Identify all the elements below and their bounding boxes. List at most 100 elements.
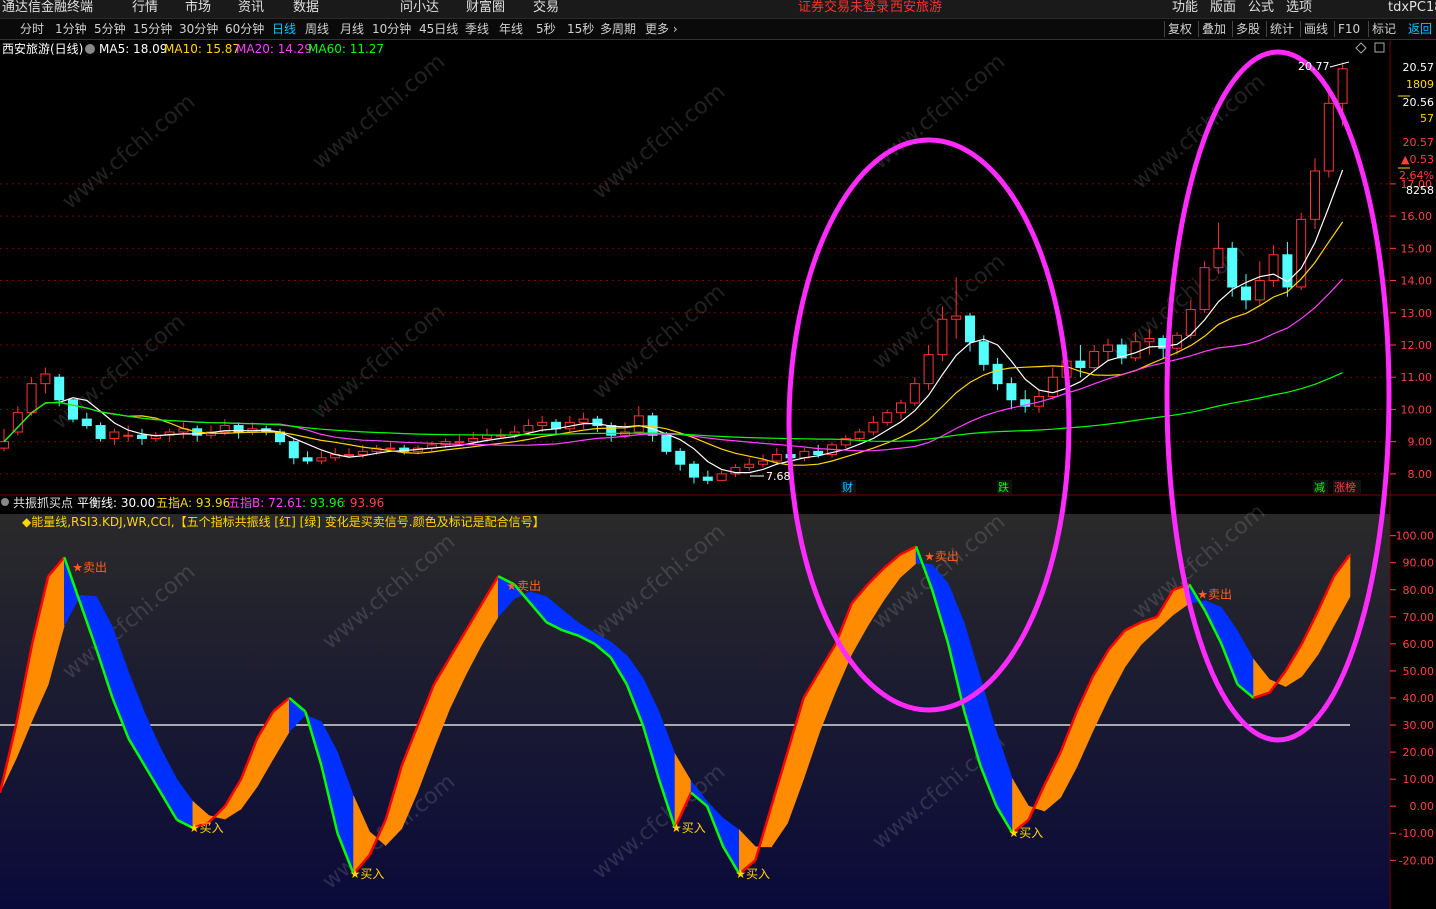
candle-body	[40, 373, 51, 385]
indicator-tick-label: -10.00	[1399, 827, 1434, 840]
period-tab-16[interactable]: 更多 ›	[645, 19, 678, 39]
candle-body	[123, 434, 134, 437]
info-box-value: 8258	[1406, 184, 1434, 197]
price-tick-label: 16.00	[1401, 210, 1433, 223]
indicator-tick-label: 60.00	[1403, 638, 1435, 651]
candle-body	[137, 434, 147, 439]
toolbar-btn-6[interactable]: 标记	[1372, 19, 1396, 39]
indicator-tick-label: 100.00	[1396, 530, 1435, 543]
toolbar-btn-0[interactable]: 复权	[1168, 19, 1192, 39]
menu-3[interactable]: 数据	[293, 0, 319, 18]
candle-body	[758, 460, 768, 465]
candle-body	[882, 412, 893, 423]
period-tab-11[interactable]: 季线	[465, 19, 489, 39]
candle-body	[1323, 102, 1334, 172]
price-tick-label: 13.00	[1401, 307, 1433, 320]
toolbar-btn-3[interactable]: 统计	[1270, 19, 1294, 39]
candle-body	[454, 441, 465, 444]
period-tab-7[interactable]: 周线	[305, 19, 329, 39]
period-tab-1[interactable]: 1分钟	[55, 19, 87, 39]
period-tab-10[interactable]: 45日线	[419, 19, 458, 39]
period-tab-13[interactable]: 5秒	[536, 19, 556, 39]
period-tab-5[interactable]: 60分钟	[225, 19, 264, 39]
candle-body	[482, 434, 492, 439]
period-tab-14[interactable]: 15秒	[567, 19, 594, 39]
toolbar-separator	[1368, 21, 1369, 37]
candle-body	[1254, 280, 1265, 301]
candle-body	[12, 412, 23, 433]
stock-title: 西安旅游(日线)	[2, 41, 83, 56]
sell-signal-label: ★卖出	[1197, 587, 1232, 601]
candle-body	[537, 421, 548, 427]
indicator-tick-label: 90.00	[1403, 557, 1435, 570]
sell-signal-label: ★卖出	[924, 549, 959, 563]
period-toolbar: 分时 1分钟 5分钟 15分钟 30分钟 60分钟 日线 周线 月线 10分钟 45日线 季线 年线 5秒…	[0, 19, 1436, 40]
period-tab-6[interactable]: 日线	[272, 19, 296, 39]
candle-body	[1006, 383, 1017, 401]
candle-body	[1296, 218, 1307, 288]
toolbar-btn-2[interactable]: 多股	[1236, 19, 1260, 39]
candle-body	[716, 473, 727, 481]
indicator-settings-icon[interactable]	[1, 498, 9, 506]
toolbar-btn-1[interactable]: 叠加	[1202, 19, 1226, 39]
menu-right-1[interactable]: 版面	[1210, 0, 1236, 18]
price-tick-label: 11.00	[1401, 371, 1433, 384]
back-button[interactable]: 返回	[1408, 19, 1432, 39]
event-marker-0: 财	[842, 480, 853, 494]
menu-1[interactable]: 市场	[185, 0, 211, 18]
candle-body	[923, 354, 934, 385]
candle-body	[978, 341, 989, 365]
period-tab-3[interactable]: 15分钟	[133, 19, 172, 39]
candle-body	[344, 454, 354, 457]
menu-right-0[interactable]: 功能	[1172, 0, 1198, 18]
price-tick-label: 9.00	[1408, 436, 1433, 449]
candle-body	[675, 450, 686, 465]
toolbar-separator	[1334, 21, 1335, 37]
high-price-label: 20.77	[1298, 60, 1330, 73]
ma-label-3: MA60: 11.27	[308, 42, 384, 56]
ma-label-2: MA20: 14.29	[236, 42, 312, 56]
app-title: 通达信金融终端	[2, 0, 94, 15]
login-notice[interactable]: 证券交易未登录	[798, 0, 889, 18]
candle-body	[1337, 68, 1348, 104]
toolbar-btn-4[interactable]: 画线	[1304, 19, 1328, 39]
event-marker-1: 跌	[998, 480, 1009, 494]
menu-0[interactable]: 行情	[132, 0, 158, 18]
period-tab-2[interactable]: 5分钟	[94, 19, 126, 39]
stock-notice: 西安旅游	[890, 0, 943, 15]
period-tab-4[interactable]: 30分钟	[179, 19, 218, 39]
indicator-tick-label: 50.00	[1403, 665, 1435, 678]
menu-right-3[interactable]: 选项	[1286, 0, 1312, 18]
candle-body	[868, 421, 879, 433]
candle-body	[744, 463, 755, 468]
period-tab-9[interactable]: 10分钟	[372, 19, 411, 39]
candle-body	[0, 441, 9, 449]
candle-body	[288, 441, 299, 459]
info-box-value: ▲0.53	[1401, 153, 1434, 166]
buy-signal-label: ★买入	[735, 867, 770, 881]
indicator-v2: : 93.96	[342, 496, 384, 510]
settings-dot-icon[interactable]	[85, 44, 95, 54]
candle-body	[1103, 344, 1113, 352]
toolbar-separator	[1164, 21, 1165, 37]
period-tab-0[interactable]: 分时	[20, 19, 44, 39]
period-tab-12[interactable]: 年线	[499, 19, 523, 39]
period-tab-8[interactable]: 月线	[340, 19, 364, 39]
candle-body	[302, 457, 313, 462]
menu-4[interactable]: 问小达	[400, 0, 439, 18]
menu-6[interactable]: 交易	[533, 0, 559, 18]
period-tab-15[interactable]: 多周期	[600, 19, 636, 39]
chart-area: www.cfchi.com www.cfchi.com www.cfchi.com w…	[0, 40, 1436, 909]
menu-right-2[interactable]: 公式	[1248, 0, 1274, 18]
candle-body	[951, 315, 962, 320]
buy-signal-label: ★买入	[1009, 826, 1044, 840]
candle-body	[854, 431, 865, 439]
candle-body	[54, 376, 65, 401]
info-box-value: 2.64%	[1399, 169, 1434, 182]
chevron-right-icon: ›	[669, 22, 678, 36]
toolbar-btn-5[interactable]: F10	[1338, 19, 1360, 39]
candle-body	[1213, 247, 1224, 269]
menu-5[interactable]: 财富圈	[466, 0, 505, 18]
event-marker-2: 减	[1314, 481, 1325, 494]
menu-2[interactable]: 资讯	[238, 0, 264, 18]
